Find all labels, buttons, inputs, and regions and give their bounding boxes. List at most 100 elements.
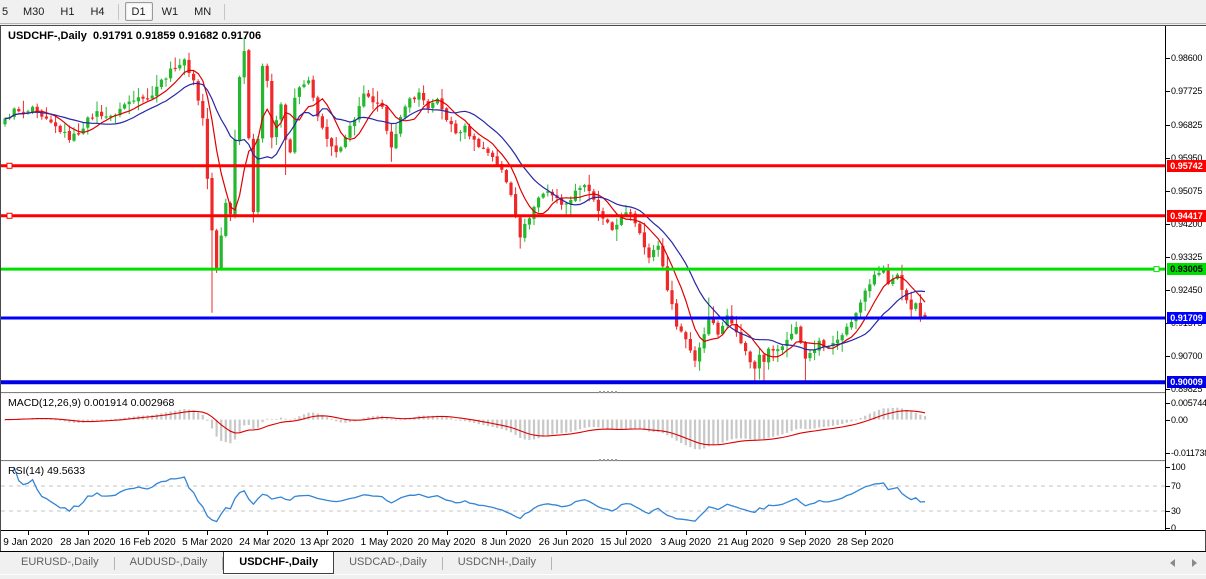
candle[interactable] xyxy=(247,49,250,140)
candle[interactable] xyxy=(289,138,292,153)
date-axis-label: 8 Jun 2020 xyxy=(482,537,532,548)
axis-tick xyxy=(1166,511,1170,512)
separator-grip-dot xyxy=(599,459,601,461)
chart-window[interactable]: USDCHF-,Daily 0.91791 0.91859 0.91682 0.… xyxy=(0,25,1206,551)
date-tick xyxy=(148,531,149,535)
timeframe-button-h1[interactable]: H1 xyxy=(53,2,81,21)
chart-tab-usdchf[interactable]: USDCHF-,Daily xyxy=(223,552,334,574)
price-chart-svg[interactable] xyxy=(1,26,1165,530)
axis-tick xyxy=(1166,125,1170,126)
date-axis-label: 15 Jul 2020 xyxy=(600,537,652,548)
tab-scroll-controls xyxy=(1166,557,1200,569)
chart-tabs: EURUSD-,DailyAUDUSD-,DailyUSDCHF-,DailyU… xyxy=(6,552,552,574)
date-axis[interactable]: 9 Jan 2020 28 Jan 2020 16 Feb 2020 5 Mar 20… xyxy=(1,530,1205,551)
candle[interactable] xyxy=(477,138,480,149)
date-tick xyxy=(387,531,388,535)
date-tick xyxy=(267,531,268,535)
chart-tab-usdcnh[interactable]: USDCNH-,Daily xyxy=(443,552,551,574)
timeframe-button-d1[interactable]: D1 xyxy=(125,2,153,21)
price-badge: 0.95742 xyxy=(1167,160,1206,172)
candle[interactable] xyxy=(293,89,296,154)
axis-tick xyxy=(1166,420,1170,421)
axis-tick xyxy=(1166,403,1170,404)
trading-app-window: 5M30H1H4 D1W1MN USDCHF-,Daily 0.91791 0.9… xyxy=(0,0,1206,579)
candle[interactable] xyxy=(399,115,402,137)
date-tick xyxy=(88,531,89,535)
timeframe-button-h4[interactable]: H4 xyxy=(83,2,111,21)
separator-grip-dot xyxy=(615,459,617,461)
axis-tick xyxy=(1166,467,1170,468)
date-axis-label: 9 Jan 2020 xyxy=(3,537,53,548)
separator-grip-dot xyxy=(603,391,605,393)
chart-tab-eurusd[interactable]: EURUSD-,Daily xyxy=(6,552,114,574)
date-axis-label: 13 Apr 2020 xyxy=(300,537,354,548)
candle[interactable] xyxy=(256,136,259,214)
axis-tick xyxy=(1166,58,1170,59)
price-axis-label: 0.97725 xyxy=(1171,86,1202,96)
rsi-axis-label: 70 xyxy=(1171,481,1181,491)
timeframe-button-5[interactable]: 5 xyxy=(1,2,14,21)
price-axis-label: 0.95075 xyxy=(1171,186,1202,196)
date-tick xyxy=(805,531,806,535)
candle[interactable] xyxy=(261,64,264,143)
macd-axis-label: -0.011738 xyxy=(1171,448,1206,458)
timeframe-button-w1[interactable]: W1 xyxy=(155,2,186,21)
price-badge: 0.93005 xyxy=(1167,263,1206,275)
date-axis-label: 16 Feb 2020 xyxy=(120,537,176,548)
macd-indicator-title: MACD(12,26,9) 0.001914 0.002968 xyxy=(8,397,174,409)
date-tick xyxy=(28,531,29,535)
hline-handle[interactable] xyxy=(7,213,12,218)
hline-handle[interactable] xyxy=(7,163,12,168)
timeframe-button-mn[interactable]: MN xyxy=(187,2,218,21)
price-badge: 0.94417 xyxy=(1167,210,1206,222)
candle[interactable] xyxy=(224,199,227,238)
candle[interactable] xyxy=(215,229,218,273)
tab-scroll-right-icon[interactable] xyxy=(1188,557,1200,569)
date-axis-label: 26 Jun 2020 xyxy=(539,537,594,548)
date-axis-label: 28 Sep 2020 xyxy=(837,537,894,548)
axis-tick xyxy=(1166,191,1170,192)
date-tick xyxy=(626,531,627,535)
axis-tick xyxy=(1166,290,1170,291)
timeframe-button-m30[interactable]: M30 xyxy=(16,2,51,21)
chart-background xyxy=(1,26,1165,530)
date-axis-label: 1 May 2020 xyxy=(361,537,413,548)
rsi-axis-label: 100 xyxy=(1171,462,1185,472)
candle[interactable] xyxy=(675,299,678,330)
axis-tick xyxy=(1166,257,1170,258)
separator-grip-dot xyxy=(611,391,613,393)
date-tick xyxy=(447,531,448,535)
candle[interactable] xyxy=(505,169,508,184)
date-axis-label: 5 Mar 2020 xyxy=(182,537,233,548)
price-axis-label: 0.93325 xyxy=(1171,252,1202,262)
chart-tab-audusd[interactable]: AUDUSD-,Daily xyxy=(115,552,223,574)
axis-tick xyxy=(1166,389,1170,390)
chart-tab-bar: EURUSD-,DailyAUDUSD-,DailyUSDCHF-,DailyU… xyxy=(0,551,1206,579)
toolbar-separator xyxy=(118,4,119,20)
date-tick xyxy=(506,531,507,535)
chart-plot-area[interactable] xyxy=(1,26,1165,530)
hline-handle[interactable] xyxy=(1154,267,1159,272)
candle[interactable] xyxy=(270,74,273,149)
price-axis-label: 0.90700 xyxy=(1171,351,1202,361)
chart-tab-usdcad[interactable]: USDCAD-,Daily xyxy=(334,552,442,574)
separator-grip-dot xyxy=(599,391,601,393)
axis-tick xyxy=(1166,528,1170,529)
tab-scroll-left-icon[interactable] xyxy=(1166,557,1178,569)
axis-tick xyxy=(1166,224,1170,225)
candle[interactable] xyxy=(206,108,209,189)
date-axis-label: 28 Jan 2020 xyxy=(60,537,115,548)
price-axis-label: 0.98600 xyxy=(1171,53,1202,63)
date-axis-label: 3 Aug 2020 xyxy=(660,537,711,548)
candle[interactable] xyxy=(445,107,448,122)
toolbar-separator xyxy=(224,4,225,20)
date-tick xyxy=(865,531,866,535)
candle[interactable] xyxy=(385,105,388,134)
price-axis-label: 0.92450 xyxy=(1171,285,1202,295)
price-axis[interactable]: 0.986000.977250.968250.959500.950750.942… xyxy=(1165,26,1206,530)
candle[interactable] xyxy=(509,181,512,196)
separator-grip-dot xyxy=(607,391,609,393)
candle[interactable] xyxy=(238,76,241,145)
status-strip xyxy=(0,574,1206,579)
candle[interactable] xyxy=(611,221,614,231)
